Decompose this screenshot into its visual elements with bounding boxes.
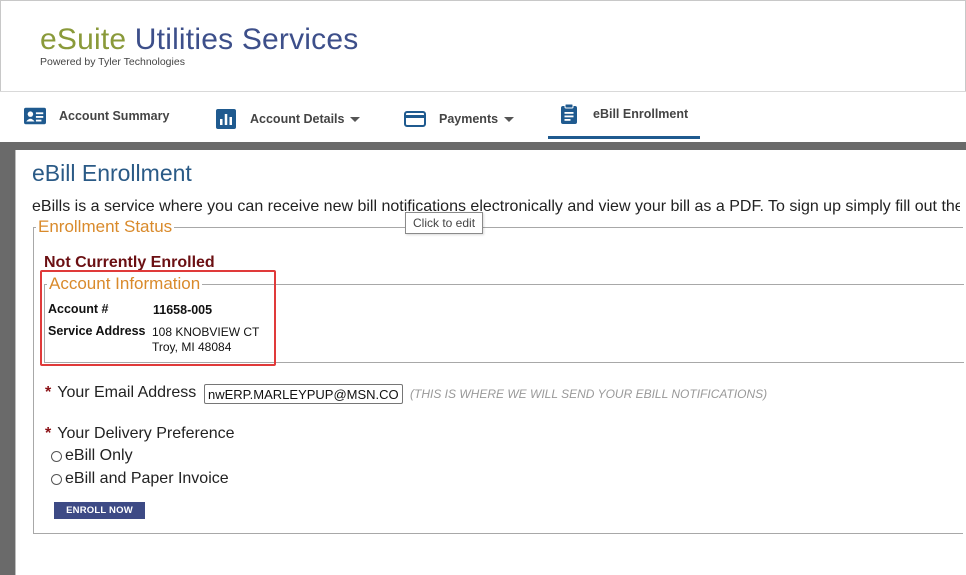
nav-payments[interactable]: Payments: [404, 95, 515, 143]
credit-card-icon: [404, 108, 426, 130]
nav-label-payments: Payments: [439, 112, 499, 126]
nav-label-account-details: Account Details: [250, 112, 345, 126]
service-address-line2: Troy, MI 48084: [152, 340, 232, 354]
delivery-preference-label: * Your Delivery Preference: [45, 425, 235, 443]
required-asterisk: *: [45, 425, 52, 442]
intro-text: eBills is a service where you can receiv…: [32, 198, 960, 215]
app-title: eSuite Utilities Services: [40, 22, 358, 58]
enroll-now-button[interactable]: ENROLL NOW: [54, 502, 145, 519]
email-label: * Your Email Address: [45, 384, 196, 402]
brand-title-esuite: eSuite: [40, 23, 127, 56]
radio-label-ebill-only: eBill Only: [65, 447, 133, 464]
chevron-down-icon: [504, 116, 515, 122]
nav-label-ebill-enrollment: eBill Enrollment: [593, 107, 689, 121]
nav-ebill-enrollment[interactable]: eBill Enrollment: [548, 92, 700, 139]
service-address-line1: 108 KNOBVIEW CT: [152, 325, 260, 339]
main-nav: Account Summary Account Details Payments…: [0, 92, 966, 142]
radio-ebill-only[interactable]: eBill Only: [51, 447, 133, 465]
radio-button[interactable]: [51, 450, 62, 462]
bar-chart-icon: [215, 108, 237, 130]
nav-label-account-summary: Account Summary: [59, 109, 170, 123]
brand-title-utilities: Utilities Services: [126, 23, 359, 56]
radio-ebill-and-paper[interactable]: eBill and Paper Invoice: [51, 470, 229, 488]
clipboard-icon: [558, 103, 580, 125]
click-to-edit-tooltip: Click to edit: [405, 212, 484, 234]
service-address-label: Service Address: [48, 324, 146, 338]
email-field[interactable]: [204, 384, 403, 404]
radio-button[interactable]: [51, 473, 62, 485]
radio-label-ebill-and-paper: eBill and Paper Invoice: [65, 470, 229, 487]
delivery-preference-text: Your Delivery Preference: [57, 425, 235, 442]
enrollment-status-legend: Enrollment Status: [36, 217, 175, 237]
required-asterisk: *: [45, 384, 52, 401]
email-label-text: Your Email Address: [57, 384, 197, 401]
page-gutter: [0, 150, 15, 575]
nav-bottom-bar: [0, 142, 966, 150]
account-number-label: Account #: [48, 302, 109, 316]
brand: eSuite Utilities Services Powered by Tyl…: [40, 22, 358, 68]
chevron-down-icon: [350, 116, 361, 122]
account-number-value: 11658-005: [153, 303, 213, 317]
id-card-icon: [24, 105, 46, 127]
page-title: eBill Enrollment: [32, 160, 192, 186]
nav-account-summary[interactable]: Account Summary: [24, 92, 169, 140]
email-hint: (THIS IS WHERE WE WILL SEND YOUR EBILL N…: [410, 387, 768, 401]
nav-account-details[interactable]: Account Details: [215, 95, 361, 143]
